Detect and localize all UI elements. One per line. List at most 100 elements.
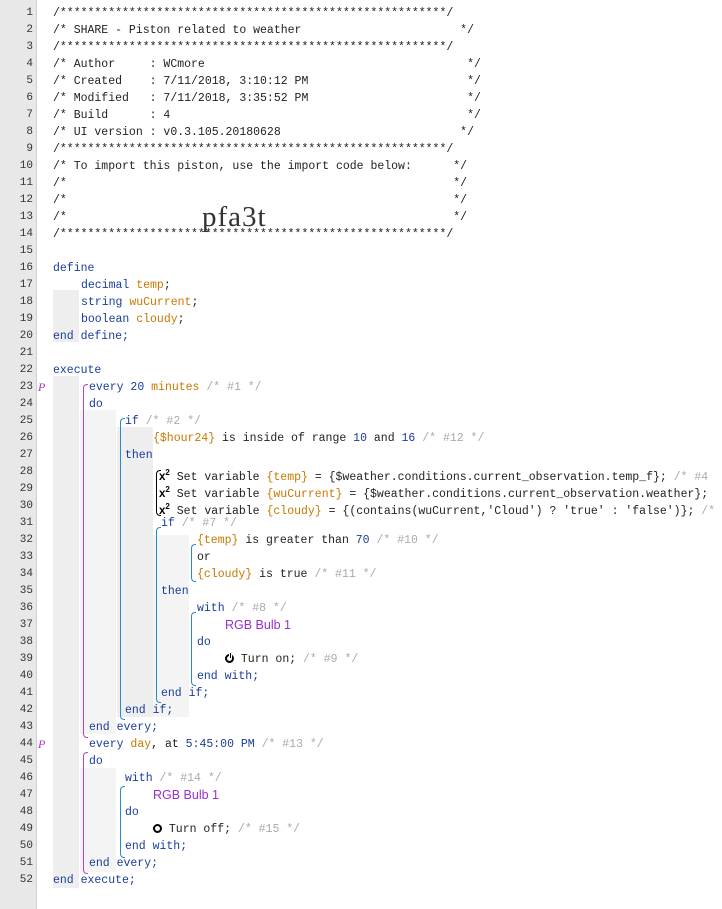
statement-id: /* #13 */ — [261, 738, 324, 751]
line-number: 36 — [19, 602, 33, 614]
comment-created: /* Created : 7/11/2018, 3:10:12 PM */ — [53, 75, 481, 88]
comment-title: /* SHARE - Piston related to weather */ — [53, 24, 474, 37]
power-on-icon — [225, 653, 234, 666]
command-statement: Turn on; /* #9 */ — [225, 651, 358, 668]
code-line: /* Build : 4 */ — [53, 107, 481, 124]
statement-id: /* #7 */ — [181, 517, 237, 530]
variable-declaration: string wuCurrent; — [81, 294, 198, 311]
line-number: 26 — [19, 432, 33, 444]
condition-or: or — [197, 551, 211, 564]
code-line: then — [125, 447, 153, 464]
piston-marker-icon[interactable]: P — [38, 379, 45, 396]
keyword-then: then — [161, 585, 189, 598]
condition: {cloudy} is true /* #11 */ — [197, 566, 376, 583]
condition-operator: is inside of range — [222, 432, 347, 445]
statement-id: /* #9 */ — [303, 653, 359, 666]
block-bracket-with — [191, 612, 196, 686]
device-name[interactable]: RGB Bulb 1 — [225, 618, 291, 632]
line-number: 12 — [19, 194, 33, 206]
statement-id: /* #12 */ — [422, 432, 485, 445]
keyword-if: if — [161, 517, 175, 530]
line-number: 52 — [19, 874, 33, 886]
set-variable-statement: x2 Set variable {temp} = {$weather.condi… — [159, 464, 708, 484]
code-line: /***************************************… — [53, 39, 453, 56]
line-number: 50 — [19, 840, 33, 852]
comment-border: /***************************************… — [53, 143, 454, 156]
line-number: 44 — [19, 738, 33, 750]
comment-ui-version: /* UI version : v0.3.105.20180628 */ — [53, 126, 474, 139]
statement-id: /* #1 */ — [206, 381, 262, 394]
keyword-end-if: end if; — [125, 704, 174, 717]
statement-id: /* #14 */ — [159, 772, 222, 785]
code-editor: /***************************************… — [36, 0, 722, 909]
keyword-end-every: end every; — [89, 857, 159, 870]
variable-name: cloudy — [136, 313, 178, 326]
code-line: execute — [53, 362, 101, 379]
timer-unit: day — [130, 738, 152, 751]
code-token: ; — [163, 279, 171, 292]
line-number: 6 — [26, 92, 33, 104]
line-number: 2 — [26, 24, 33, 36]
timer-at: , at — [151, 738, 179, 751]
condition-operand: {cloudy} — [197, 568, 253, 581]
line-number: 41 — [19, 687, 33, 699]
line-number: 39 — [19, 653, 33, 665]
code-token: ; — [177, 313, 185, 326]
line-number: 22 — [19, 364, 33, 376]
variable-type: string — [81, 296, 123, 309]
code-line: do — [197, 634, 211, 651]
import-code: pfa3t — [202, 201, 267, 233]
piston-marker-icon[interactable]: P — [38, 736, 45, 753]
condition-operand: {$hour24} — [153, 432, 216, 445]
line-number: 5 — [26, 75, 33, 87]
line-number: 45 — [19, 755, 33, 767]
line-number: 33 — [19, 551, 33, 563]
condition-operator: is greater than — [245, 534, 349, 547]
code-token: ; — [191, 296, 199, 309]
variable-name: temp — [136, 279, 164, 292]
code-line: end execute; — [53, 872, 136, 889]
line-number: 23 — [19, 381, 33, 393]
comment-blank: /* */ — [53, 177, 468, 190]
timer-time: 5:45:00 PM — [185, 738, 255, 751]
device-name[interactable]: RGB Bulb 1 — [153, 788, 219, 802]
comment-build: /* Build : 4 */ — [53, 109, 481, 122]
variable-type: decimal — [81, 279, 130, 292]
line-number: 51 — [19, 857, 33, 869]
condition-operator: is true — [259, 568, 308, 581]
keyword-end-execute: end execute; — [53, 874, 136, 887]
line-number: 28 — [19, 466, 33, 478]
statement-id: /* #2 */ — [145, 415, 201, 428]
line-number: 15 — [19, 245, 33, 257]
line-number: 19 — [19, 313, 33, 325]
keyword-every: every — [89, 381, 124, 394]
line-number: 18 — [19, 296, 33, 308]
statement-id: /* — [701, 504, 716, 518]
code-line: do — [89, 753, 103, 770]
keyword-end-define: end define; — [53, 330, 129, 343]
line-number: 7 — [26, 109, 33, 121]
condition: {$hour24} is inside of range 10 and 16 /… — [153, 430, 484, 447]
condition-value: 16 — [401, 432, 416, 445]
line-number: 38 — [19, 636, 33, 648]
set-variable-expression: = {(contains(wuCurrent,'Cloud') ? 'true'… — [328, 504, 695, 518]
line-number: 20 — [19, 330, 33, 342]
if-statement: if /* #2 */ — [125, 413, 201, 430]
device-line: RGB Bulb 1 — [153, 787, 219, 804]
line-number: 13 — [19, 211, 33, 223]
code-line: end define; — [53, 328, 129, 345]
code-line: end if; — [161, 685, 209, 702]
code-line: or — [197, 549, 211, 566]
block-bracket-every — [83, 384, 88, 738]
code-line: /***************************************… — [53, 5, 453, 22]
with-statement: with /* #8 */ — [197, 600, 287, 617]
command-statement: Turn off; /* #15 */ — [153, 821, 300, 838]
